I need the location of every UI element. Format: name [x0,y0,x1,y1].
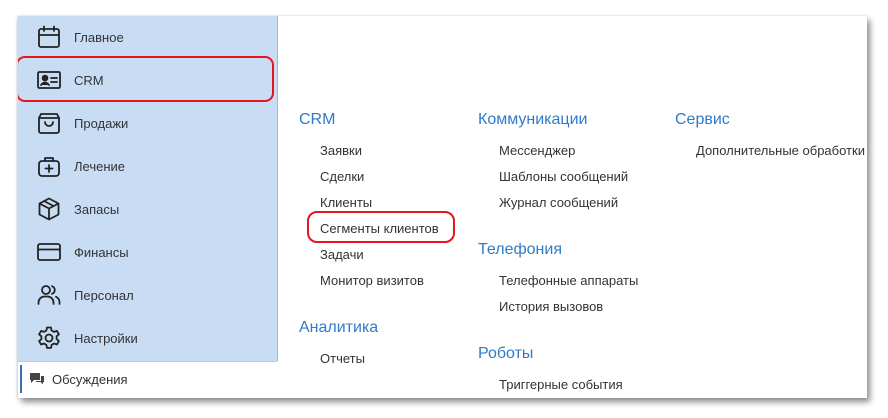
app-window: Главное CRM Продажи Лечение Запасы Финан… [18,16,867,398]
group-title-analytics: Аналитика [299,319,379,336]
link-clients[interactable]: Клиенты [320,195,372,210]
sidebar-item-main[interactable]: Главное [18,16,277,59]
link-call-history[interactable]: История вызовов [499,299,603,314]
link-trigger-events[interactable]: Триггерные события [499,377,623,392]
group-title-robots: Роботы [478,345,534,362]
sidebar-item-label: Запасы [74,202,120,217]
sidebar-item-crm[interactable]: CRM [18,59,277,102]
medical-bag-icon [36,153,62,179]
group-title-service: Сервис [675,111,730,128]
discussions-label: Обсуждения [52,372,128,387]
active-indicator [20,365,22,393]
sidebar-item-label: Главное [74,30,124,45]
link-messenger[interactable]: Мессенджер [499,143,575,158]
group-title-communications: Коммуникации [478,111,588,128]
discussions-panel[interactable]: Обсуждения [18,361,277,398]
group-title-telephony: Телефония [478,241,562,258]
gear-icon [36,325,62,351]
box-icon [36,196,62,222]
sidebar-item-label: Финансы [74,245,129,260]
group-title-crm: CRM [299,111,336,128]
link-phone-devices[interactable]: Телефонные аппараты [499,273,638,288]
sidebar-item-label: Лечение [74,159,126,174]
calendar-icon [36,24,62,50]
sidebar-item-settings[interactable]: Настройки [18,317,277,360]
credit-card-icon [36,239,62,265]
section-menu: CRM Заявки Сделки Клиенты Сегменты клиен… [278,16,867,398]
link-additional-processing[interactable]: Дополнительные обработки [696,143,865,158]
link-requests[interactable]: Заявки [320,143,362,158]
users-icon [36,282,62,308]
sidebar-item-label: Продажи [74,116,129,131]
sidebar-item-treatment[interactable]: Лечение [18,145,277,188]
sidebar-item-finance[interactable]: Финансы [18,231,277,274]
sidebar-item-stock[interactable]: Запасы [18,188,277,231]
link-client-segments[interactable]: Сегменты клиентов [320,221,439,236]
sidebar: Главное CRM Продажи Лечение Запасы Финан… [18,16,278,361]
sidebar-item-sales[interactable]: Продажи [18,102,277,145]
sidebar-item-label: CRM [74,73,104,88]
shopping-bag-icon [36,110,62,136]
contact-card-icon [36,67,62,93]
sidebar-item-label: Настройки [74,331,138,346]
sidebar-item-label: Персонал [74,288,134,303]
link-reports[interactable]: Отчеты [320,351,365,366]
link-visit-monitor[interactable]: Монитор визитов [320,273,424,288]
link-tasks[interactable]: Задачи [320,247,364,262]
link-message-templates[interactable]: Шаблоны сообщений [499,169,628,184]
link-deals[interactable]: Сделки [320,169,364,184]
link-message-log[interactable]: Журнал сообщений [499,195,618,210]
sidebar-item-staff[interactable]: Персонал [18,274,277,317]
chat-icon [29,371,45,387]
